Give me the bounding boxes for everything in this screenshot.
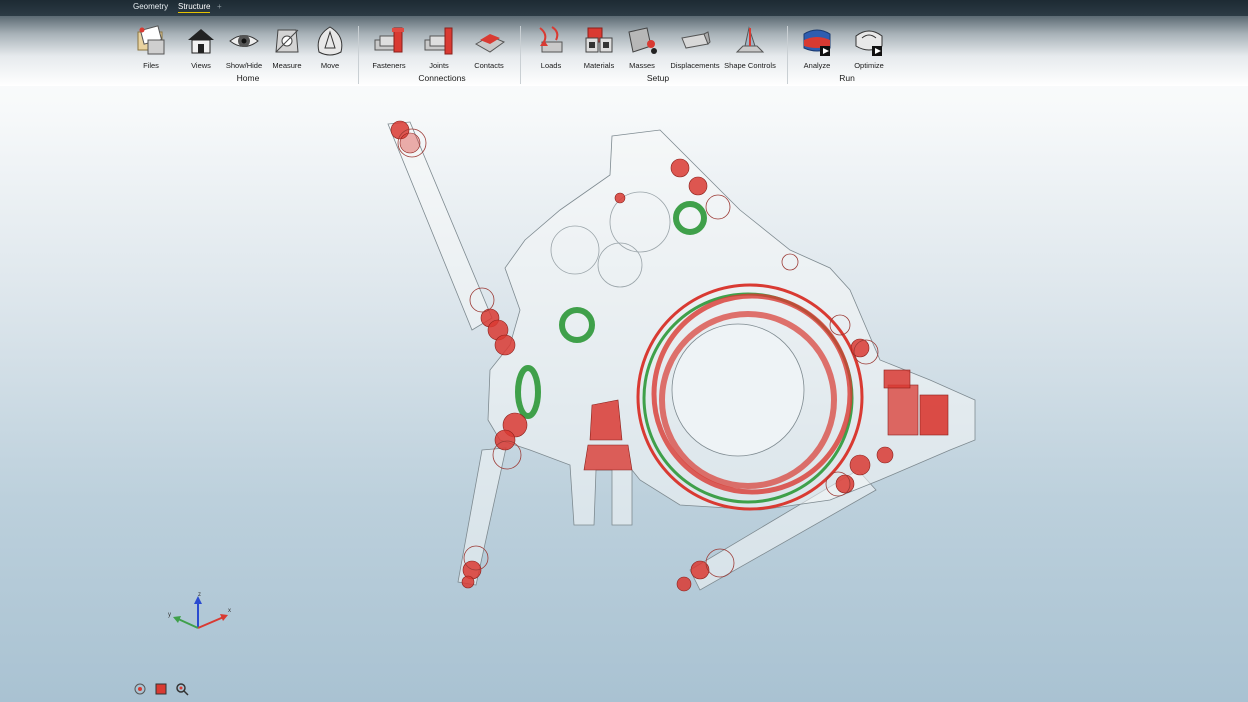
shape-controls-label: Shape Controls — [724, 61, 776, 70]
add-tab-button[interactable]: + — [217, 2, 222, 11]
document-tab-bar: Geometry Structure + — [0, 0, 1248, 16]
tab-structure[interactable]: Structure — [178, 2, 211, 13]
upper-link-arm — [387, 121, 493, 331]
group-home-label: Home — [236, 73, 260, 83]
files-icon — [137, 25, 165, 55]
files-button[interactable]: Files — [123, 24, 179, 70]
group-connections-label: Connections — [418, 73, 466, 83]
svg-text:z: z — [198, 592, 201, 598]
knuckle-part-model[interactable] — [387, 121, 976, 591]
group-setup-label: Setup — [646, 73, 670, 83]
svg-text:x: x — [228, 608, 231, 614]
move-icon — [317, 26, 343, 56]
move-label: Move — [320, 61, 340, 70]
contact-plates-icon — [474, 34, 506, 53]
eye-icon — [229, 35, 259, 47]
displacements-button[interactable]: Displacements — [667, 24, 723, 70]
joints-button[interactable]: Joints — [411, 24, 467, 70]
fastener-bolt-icon — [374, 27, 404, 53]
zoom-icon[interactable] — [175, 682, 189, 696]
select-box-icon[interactable] — [154, 682, 168, 696]
xyz-axis-triad-icon: z x y — [168, 592, 231, 629]
material-blocks-icon — [585, 27, 613, 53]
move-button[interactable]: Move — [302, 24, 358, 70]
analyze-run-icon — [803, 29, 831, 56]
masses-label: Masses — [629, 61, 655, 70]
load-arrow-icon — [539, 26, 563, 53]
files-label: Files — [143, 61, 159, 70]
fasteners-button[interactable]: Fasteners — [361, 24, 417, 70]
house-view-icon — [188, 29, 214, 54]
mass-icon — [628, 27, 657, 54]
displacements-label: Displacements — [670, 61, 720, 70]
optimize-run-icon — [855, 30, 883, 56]
shape-control-icon — [735, 26, 765, 53]
contacts-label: Contacts — [474, 61, 504, 70]
analyze-button[interactable]: Analyze — [789, 24, 845, 70]
joint-pin-icon — [424, 27, 453, 55]
analyze-label: Analyze — [803, 61, 831, 70]
tab-geometry[interactable]: Geometry — [133, 2, 168, 11]
ribbon-separator — [520, 26, 521, 84]
ribbon-separator — [787, 26, 788, 84]
ribbon-separator — [358, 26, 359, 84]
group-run-label: Run — [839, 73, 855, 83]
masses-button[interactable]: Masses — [614, 24, 670, 70]
fasteners-label: Fasteners — [372, 61, 406, 70]
optimize-button[interactable]: Optimize — [841, 24, 897, 70]
svg-text:y: y — [168, 612, 171, 618]
snap-icon[interactable] — [133, 682, 147, 696]
optimize-label: Optimize — [854, 61, 884, 70]
joints-label: Joints — [429, 61, 449, 70]
displacement-icon — [681, 31, 711, 49]
shape-controls-button[interactable]: Shape Controls — [722, 24, 778, 70]
measure-icon — [275, 29, 299, 53]
contacts-button[interactable]: Contacts — [461, 24, 517, 70]
